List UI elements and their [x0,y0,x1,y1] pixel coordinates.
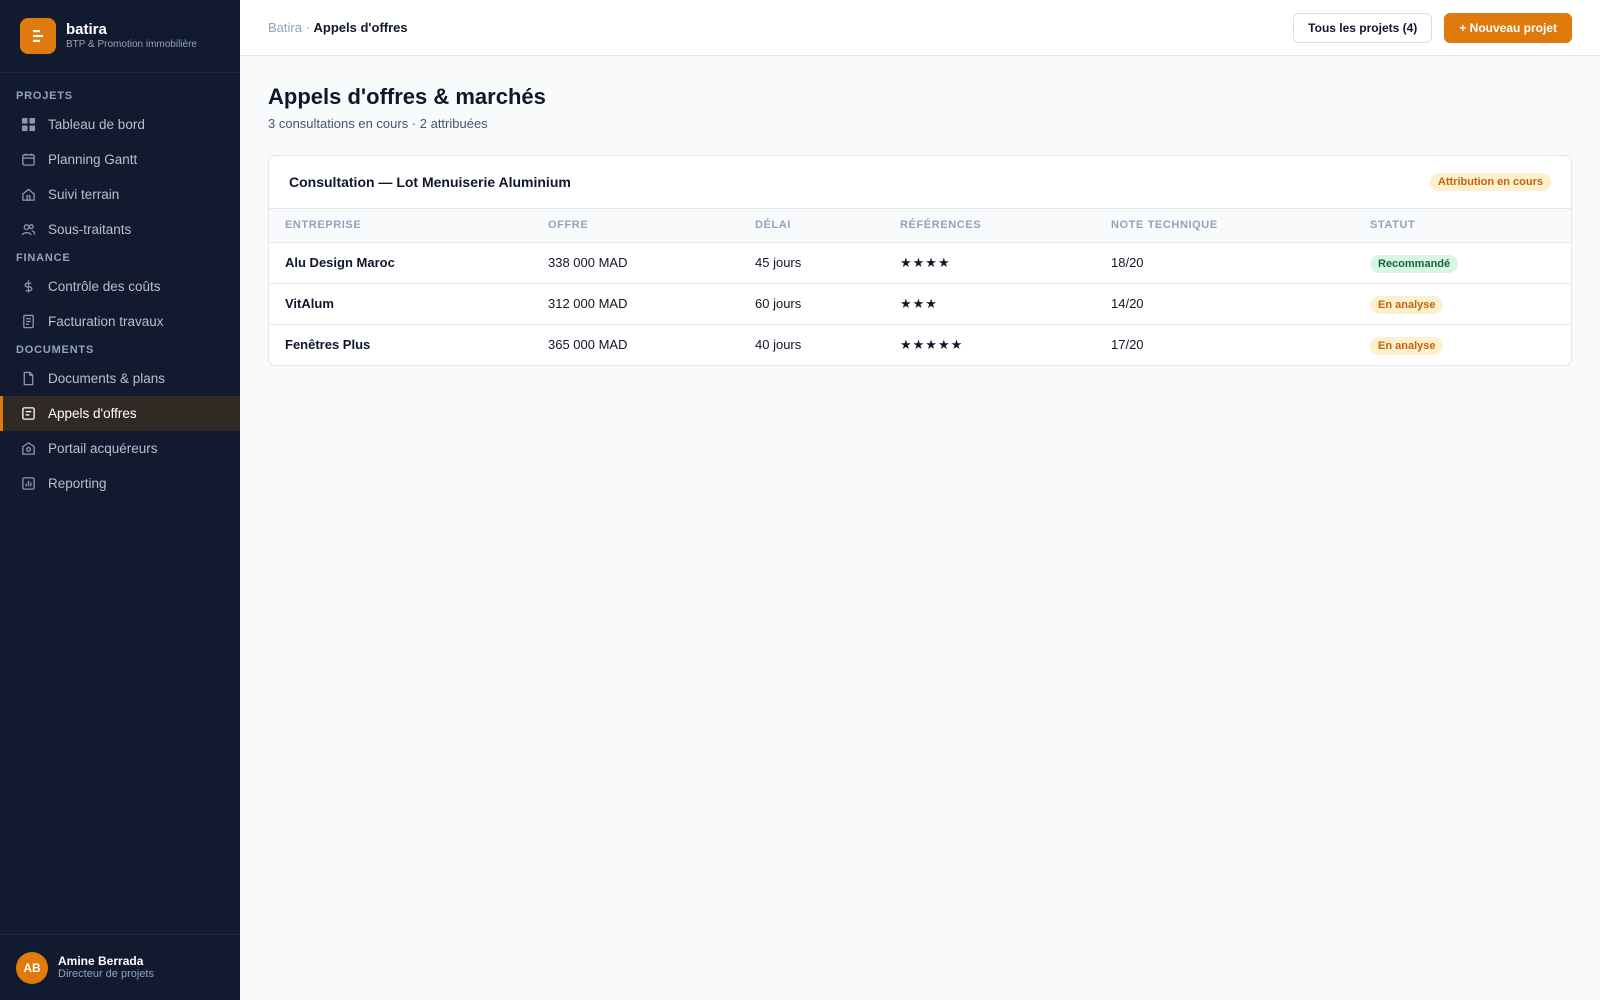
delay-cell: 60 jours [739,283,884,325]
page-title: Appels d'offres & marchés [268,84,546,109]
nav-section-title: DOCUMENTS [16,344,95,356]
chart-icon [20,476,36,492]
company-cell: Alu Design Maroc [269,242,532,284]
grid-icon [20,117,36,133]
topbar: Batira · Appels d'offres Tous les projet… [240,0,1600,56]
table-row[interactable]: VitAlum 312 000 MAD 60 jours ★★★ 14/20 E… [269,283,1571,325]
invoice-icon [20,314,36,330]
calendar-icon [20,152,36,168]
breadcrumb-separator: · [301,20,314,35]
sidebar-item-tableau-de-bord[interactable]: Tableau de bord [0,107,240,142]
sidebar-item-label: Portail acquéreurs [48,441,158,456]
tender-icon [20,406,36,422]
references-stars: ★★★ [884,283,1095,325]
main-area: Batira · Appels d'offres Tous les projet… [240,0,1600,1000]
nav-section-title: FINANCE [16,252,71,264]
offer-cell: 365 000 MAD [548,337,628,353]
company-cell: Fenêtres Plus [285,337,371,353]
app-root: batira BTP & Promotion immobilière PROJE… [0,0,1600,1000]
top-actions: Tous les projets (4) + Nouveau projet [1293,12,1572,43]
avatar: AB [16,951,48,984]
brand-name: batira [66,21,107,38]
sidebar-item-appels-offres[interactable]: Appels d'offres [0,396,240,431]
sidebar-item-portail-acquereurs[interactable]: Portail acquéreurs [0,431,240,466]
sidebar-item-planning-gantt[interactable]: Planning Gantt [0,142,240,177]
status-badge: En analyse [1370,296,1444,314]
consultation-card: Consultation — Lot Menuiserie Aluminium … [268,155,1572,366]
sidebar-item-reporting[interactable]: Reporting [0,466,240,501]
sidebar-item-label: Suivi terrain [48,187,120,202]
portal-icon [20,441,36,457]
status-cell: En analyse [1354,324,1571,365]
sidebar-item-label: Appels d'offres [48,406,137,421]
file-icon [20,371,36,387]
table-header-row: ENTREPRISE OFFRE DÉLAI RÉFÉRENCES NOTE T… [269,209,1571,243]
new-project-button[interactable]: + Nouveau projet [1444,12,1572,43]
brand-logo-icon [20,18,56,54]
status-badge: En analyse [1370,337,1444,356]
status-cell: En analyse [1354,283,1571,325]
home-icon [20,187,36,203]
sidebar-item-label: Contrôle des coûts [48,279,161,294]
users-icon [20,222,36,238]
user-role: Directeur de projets [58,968,154,980]
page-content: Appels d'offres & marchés 3 consultation… [240,56,1600,394]
sidebar-nav: PROJETS Tableau de bord Planning Gantt S… [0,73,240,934]
delay-cell: 40 jours [755,337,802,353]
sidebar-item-suivi-terrain[interactable]: Suivi terrain [0,177,240,212]
references-stars: ★★★★★ [900,336,964,352]
column-header-note-technique[interactable]: NOTE TECHNIQUE [1095,209,1354,243]
brand-subtitle: BTP & Promotion immobilière [66,39,197,50]
user-profile[interactable]: AB Amine Berrada Directeur de projets [0,934,240,1000]
column-header-entreprise[interactable]: ENTREPRISE [269,209,532,243]
note-cell: 14/20 [1095,283,1354,325]
all-projects-button[interactable]: Tous les projets (4) [1293,12,1433,43]
sidebar-item-label: Facturation travaux [48,314,164,329]
sidebar-item-label: Sous-traitants [48,222,132,237]
delay-cell: 45 jours [739,242,884,284]
sidebar-item-label: Tableau de bord [48,117,145,132]
breadcrumb-current: Appels d'offres [313,20,408,35]
sidebar-item-label: Documents & plans [48,371,166,386]
sidebar-item-controle-des-couts[interactable]: Contrôle des coûts [0,269,240,304]
sidebar-item-label: Planning Gantt [48,152,138,167]
column-header-statut[interactable]: STATUT [1354,209,1571,243]
breadcrumb: Batira · Appels d'offres [268,20,408,35]
consultation-title: Consultation — Lot Menuiserie Aluminium [289,174,571,190]
references-stars: ★★★★ [884,242,1095,284]
sidebar-item-sous-traitants[interactable]: Sous-traitants [0,212,240,247]
column-header-delai[interactable]: DÉLAI [739,209,884,243]
offer-cell: 338 000 MAD [532,242,739,284]
column-header-offre[interactable]: OFFRE [532,209,739,243]
table-row[interactable]: Alu Design Maroc 338 000 MAD 45 jours ★★… [269,242,1571,284]
sidebar: batira BTP & Promotion immobilière PROJE… [0,0,240,1000]
page-subtitle: 3 consultations en cours · 2 attribuées [268,116,488,131]
note-cell: 18/20 [1095,242,1354,284]
sidebar-item-documents-plans[interactable]: Documents & plans [0,361,240,396]
status-badge: Recommandé [1370,255,1459,273]
status-cell: Recommandé [1354,242,1571,284]
bids-table: ENTREPRISE OFFRE DÉLAI RÉFÉRENCES NOTE T… [269,209,1571,365]
status-badge: Attribution en cours [1429,173,1551,191]
card-header: Consultation — Lot Menuiserie Aluminium … [269,156,1571,209]
sidebar-item-facturation-travaux[interactable]: Facturation travaux [0,304,240,339]
breadcrumb-root[interactable]: Batira [268,20,302,35]
dollar-icon [20,279,36,295]
company-cell: VitAlum [269,283,532,325]
nav-section-title: PROJETS [16,90,73,102]
sidebar-item-label: Reporting [48,476,107,491]
user-name: Amine Berrada [58,954,144,968]
note-cell: 17/20 [1111,337,1144,353]
column-header-references[interactable]: RÉFÉRENCES [884,209,1095,243]
brand[interactable]: batira BTP & Promotion immobilière [0,0,240,73]
table-row[interactable]: Fenêtres Plus 365 000 MAD 40 jours ★★★★★… [269,324,1571,365]
offer-cell: 312 000 MAD [532,283,739,325]
